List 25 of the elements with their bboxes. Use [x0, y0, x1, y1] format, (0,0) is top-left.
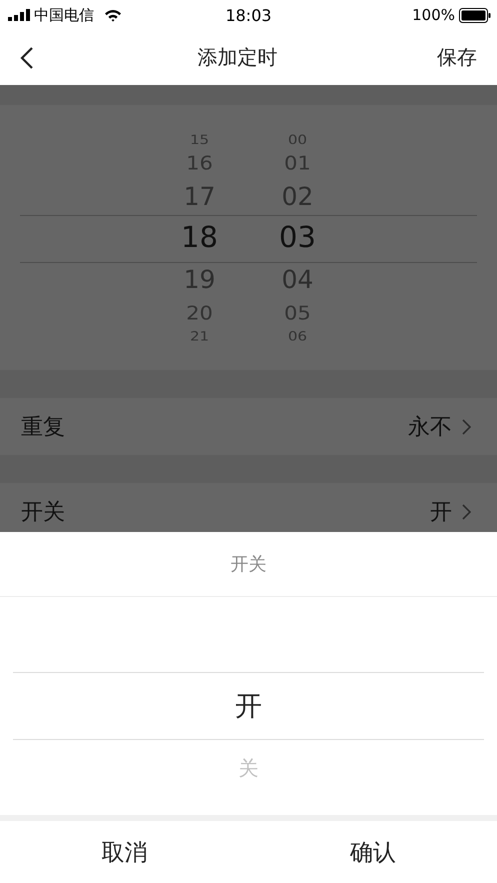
setting-label: 开关	[21, 498, 66, 526]
setting-value: 开	[430, 498, 452, 526]
picker-option[interactable]: 开	[13, 672, 484, 740]
battery-percent: 100%	[412, 6, 455, 24]
minute-option[interactable]: 03	[279, 214, 316, 260]
minute-option[interactable]: 04	[282, 260, 314, 298]
chevron-right-icon	[462, 504, 471, 520]
signal-icon	[8, 9, 30, 21]
picker-option[interactable]: 关	[0, 740, 497, 796]
back-icon	[20, 46, 34, 70]
settings-row[interactable]: 重复 永不	[0, 398, 497, 455]
hour-option[interactable]: 17	[184, 178, 216, 214]
setting-label: 重复	[21, 414, 66, 442]
wifi-icon	[104, 8, 122, 22]
clock-time: 18:03	[225, 6, 272, 24]
battery-icon	[459, 8, 491, 22]
minute-option[interactable]: 02	[282, 178, 314, 214]
carrier-name: 中国电信	[34, 6, 94, 24]
chevron-right-icon	[462, 418, 471, 434]
hour-option[interactable]: 19	[184, 260, 216, 298]
sheet-title: 开关	[0, 532, 497, 597]
hour-option[interactable]: 18	[181, 214, 218, 260]
page-title: 添加定时	[198, 44, 278, 71]
setting-value: 永不	[408, 414, 452, 442]
save-button[interactable]: 保存	[433, 40, 481, 75]
